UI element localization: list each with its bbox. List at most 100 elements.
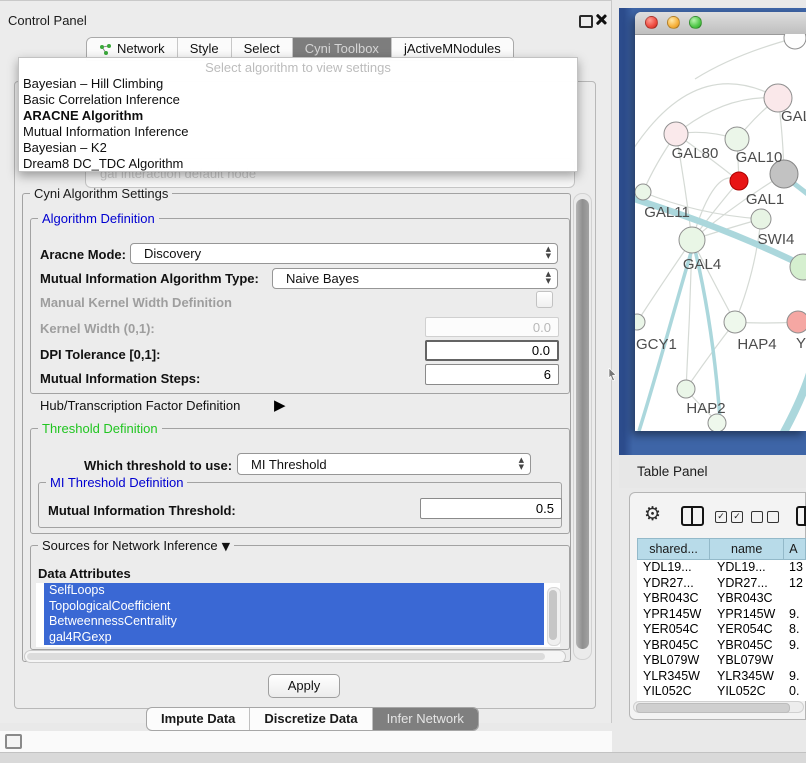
node-unlabeled[interactable] [784,34,806,49]
unchecked-box-icon [751,511,763,523]
attribute-list-item[interactable]: BetweennessCentrality [44,614,544,630]
minimize-traffic-light-icon[interactable] [667,16,680,29]
sources-collapse-arrow-icon: ▼ [222,540,230,553]
kernel-width-label: Kernel Width (0,1): [40,321,155,336]
mi-threshold-field[interactable]: 0.5 [420,498,562,519]
table-header-row: shared... name A [637,538,806,560]
table-horizontal-scrollbar[interactable] [633,701,804,713]
node-gal11[interactable] [635,184,651,200]
table-cell: YBL079W [711,653,786,669]
algorithm-option[interactable]: Basic Correlation Inference [19,92,577,108]
node-label: GAL1 [746,191,784,208]
table-cell: YER054C [637,622,711,638]
close-icon[interactable] [594,13,607,26]
node-hap2[interactable] [677,380,695,398]
table-row[interactable]: YPR145WYPR145W9. [637,607,806,623]
control-panel-title: Control Panel [8,13,87,28]
table-row[interactable]: YLR345WYLR345W9. [637,669,806,685]
table-cell: YBR043C [711,591,786,607]
attribute-list-item[interactable]: gal4RGexp [44,630,544,646]
apply-button[interactable]: Apply [268,674,340,698]
checked-box-icon: ✓ [715,511,727,523]
node-hap4[interactable] [724,311,746,333]
table-cell: YPR145W [711,607,786,623]
checked-box-icon: ✓ [731,511,743,523]
node-gal80[interactable] [664,122,688,146]
zoom-traffic-light-icon[interactable] [689,16,702,29]
show-columns-icon[interactable] [681,506,704,526]
mouse-cursor [608,368,618,381]
select-all-columns-icon[interactable]: ✓ ✓ [715,511,743,523]
tab-infer-network[interactable]: Infer Network [372,708,478,730]
table-row[interactable]: YBL079WYBL079W [637,653,806,669]
sources-title-text: Sources for Network Inference [42,538,218,553]
algorithm-option[interactable]: ARACNE Algorithm [19,108,577,124]
kernel-width-field[interactable]: 0.0 [425,317,559,337]
node-gal1[interactable] [751,209,771,229]
node-gal4[interactable] [679,227,705,253]
mi-threshold-definition-title: MI Threshold Definition [46,475,187,490]
table-cell: 12 [786,576,806,592]
table-cell: 8. [786,622,806,638]
attributes-list-vertical-scrollbar[interactable] [547,587,561,646]
node-selected-red[interactable] [730,172,748,190]
which-threshold-combobox[interactable]: MI Threshold ▲▼ [237,453,531,475]
column-header-partial[interactable]: A [784,538,806,560]
panel-dock-icon[interactable] [5,734,22,749]
hub-definition-label[interactable]: Hub/Transcription Factor Definition [40,398,240,413]
settings-vertical-scrollbar[interactable] [573,193,592,660]
node-label: GCY1 [636,336,677,353]
deselect-all-columns-icon[interactable] [751,511,779,523]
algorithm-option[interactable]: Bayesian – Hill Climbing [19,76,577,92]
table-cell: YBR043C [637,591,711,607]
algorithm-definition-title: Algorithm Definition [38,211,159,226]
table-row[interactable]: YDL19...YDL19...13 [637,560,806,576]
hub-expand-arrow-icon[interactable]: ▶ [274,396,286,414]
node-label: GAL4 [683,256,721,273]
table-row[interactable]: YER054CYER054C8. [637,622,806,638]
float-window-icon[interactable] [579,15,593,28]
algorithm-option[interactable]: Mutual Information Inference [19,124,577,140]
table-row[interactable]: YIL052CYIL052C0. [637,684,806,699]
table-cell: 0. [786,684,806,699]
which-threshold-value: MI Threshold [251,457,327,472]
table-cell: YER054C [711,622,786,638]
table-cell: YBL079W [637,653,711,669]
aracne-mode-combobox[interactable]: Discovery ▲▼ [130,243,558,264]
mi-steps-field[interactable]: 6 [425,364,559,385]
table-cell: YBR045C [637,638,711,654]
mi-type-combobox[interactable]: Naive Bayes ▲▼ [272,268,558,289]
node-gal10[interactable] [725,127,749,151]
table-cell: YLR345W [711,669,786,685]
node-label: GAL [781,108,806,125]
settings-horizontal-scrollbar[interactable] [24,650,566,663]
node-salmon[interactable] [787,311,806,333]
tab-discretize-data[interactable]: Discretize Data [249,708,371,730]
column-header-shared-name[interactable]: shared... [637,538,710,560]
algorithm-option[interactable]: Bayesian – K2 [19,140,577,156]
unchecked-box-icon [767,511,779,523]
tab-impute-data[interactable]: Impute Data [147,708,249,730]
manual-kernel-checkbox[interactable] [536,291,553,308]
network-window-titlebar[interactable] [635,12,806,35]
data-attributes-list[interactable]: SelfLoopsTopologicalCoefficientBetweenne… [36,583,560,647]
dpi-tolerance-field[interactable]: 0.0 [425,340,559,361]
algorithm-option[interactable]: Dream8 DC_TDC Algorithm [19,156,577,172]
table-row[interactable]: YDR27...YDR27...12 [637,576,806,592]
table-cell: YDL19... [711,560,786,576]
attribute-list-item[interactable]: SelfLoops [44,583,544,599]
network-canvas[interactable]: GAL GAL80 GAL10 GAL1 GAL11 SWI4 GAL4 GCY… [635,34,806,431]
sources-group-title[interactable]: Sources for Network Inference ▼ [38,538,234,553]
close-traffic-light-icon[interactable] [645,16,658,29]
partial-toolbar-icon[interactable] [796,506,806,526]
aracne-mode-value: Discovery [144,246,201,261]
node-gcy1[interactable] [635,314,645,330]
column-header-name[interactable]: name [710,538,784,560]
table-row[interactable]: YBR045CYBR045C9. [637,638,806,654]
table-row[interactable]: YBR043CYBR043C [637,591,806,607]
table-cell [786,591,806,607]
table-cell: YIL052C [711,684,786,699]
node-label: GAL11 [644,204,690,221]
attribute-list-item[interactable]: TopologicalCoefficient [44,599,544,615]
gear-icon[interactable]: ⚙ [644,504,661,524]
